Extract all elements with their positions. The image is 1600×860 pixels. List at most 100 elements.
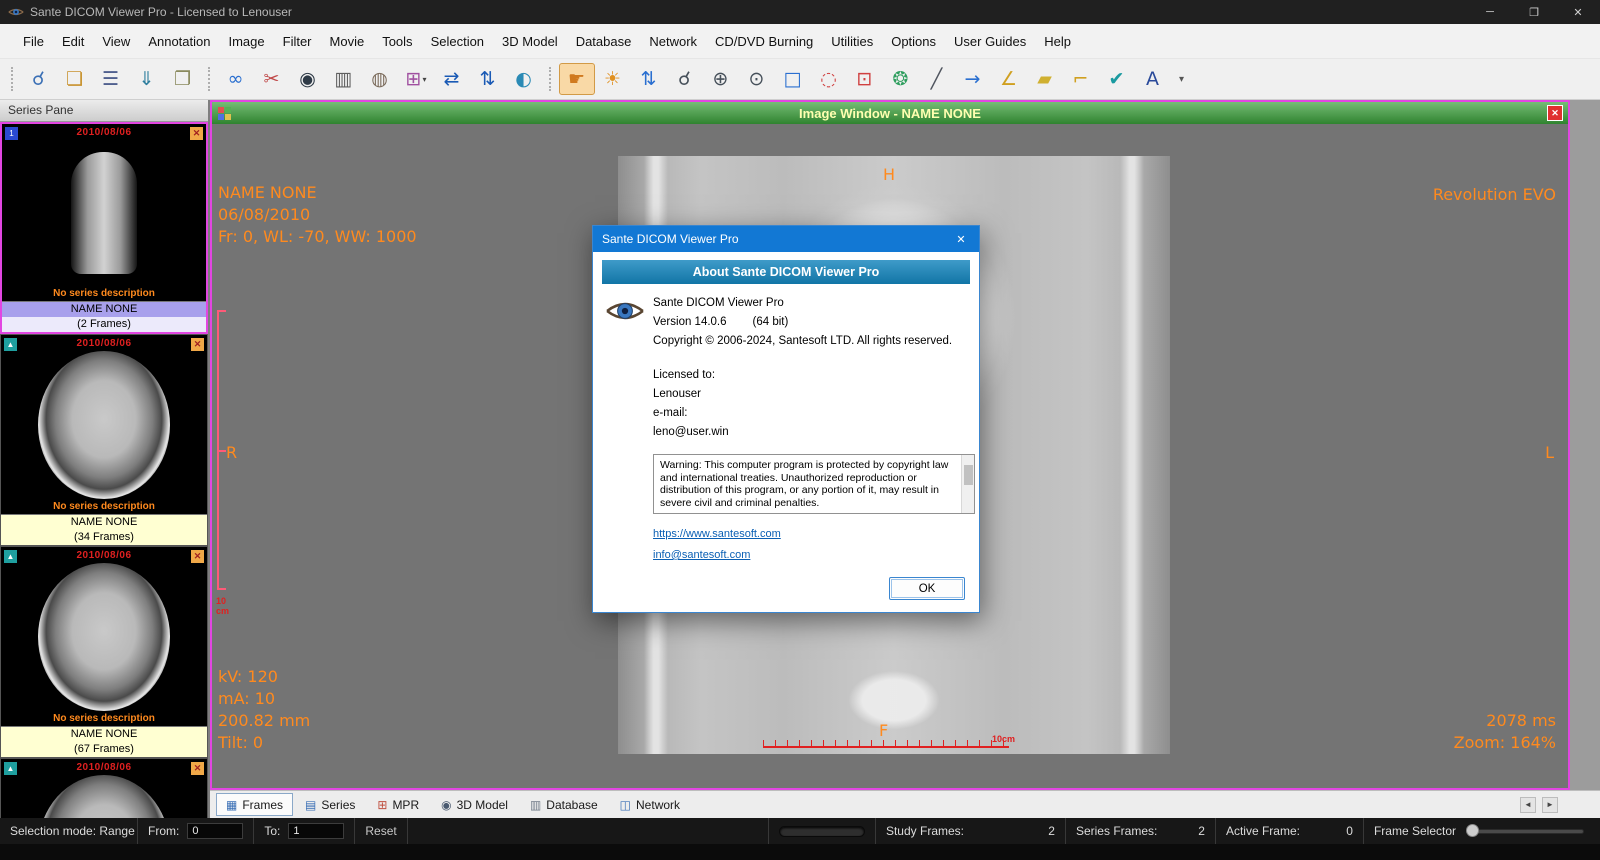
- preview-image-icon[interactable]: ☌: [21, 63, 57, 95]
- menu-utilities[interactable]: Utilities: [822, 29, 882, 54]
- status-inset-bar: [778, 825, 865, 837]
- series-close-icon[interactable]: ✕: [190, 127, 203, 140]
- status-reset-button[interactable]: Reset: [355, 818, 408, 844]
- series-thumbnail[interactable]: ▲ 2010/08/06 ✕ No series description NAM…: [0, 546, 208, 758]
- menu-view[interactable]: View: [93, 29, 139, 54]
- toolbar-grip[interactable]: [549, 67, 552, 91]
- magnifier-icon[interactable]: ⊙: [739, 63, 775, 95]
- select-region-icon[interactable]: ⊡: [847, 63, 883, 95]
- frame-selector-slider[interactable]: [1466, 823, 1584, 839]
- zoom-icon[interactable]: ☌: [667, 63, 703, 95]
- maximize-icon[interactable]: ❐: [1512, 0, 1556, 24]
- image-attributes-icon[interactable]: ◍: [362, 63, 398, 95]
- image-window-titlebar[interactable]: Image Window - NAME NONE ✕: [212, 102, 1568, 124]
- series-thumbnail[interactable]: ▲ 2010/08/06 ✕: [0, 758, 208, 818]
- copy-clipboard-icon[interactable]: ❐: [165, 63, 201, 95]
- tab-3d-model[interactable]: ◉ 3D Model: [431, 793, 518, 816]
- series-close-icon[interactable]: ✕: [191, 762, 204, 775]
- measure-line-icon[interactable]: ╱: [919, 63, 955, 95]
- zoom-region-icon[interactable]: ⊕: [703, 63, 739, 95]
- menu-file[interactable]: File: [14, 29, 53, 54]
- menu-edit[interactable]: Edit: [53, 29, 93, 54]
- tab-scroll-left-icon[interactable]: ◄: [1520, 796, 1536, 813]
- arrow-annotation-icon[interactable]: →: [955, 63, 991, 95]
- verify-icon[interactable]: ✔: [1099, 63, 1135, 95]
- series-thumbnail[interactable]: ▲ 2010/08/06 ✕ No series description NAM…: [0, 334, 208, 546]
- series-thumbnail-image[interactable]: ▲ 2010/08/06 ✕ No series description: [1, 547, 207, 726]
- close-icon[interactable]: ✕: [1556, 0, 1600, 24]
- select-ellipse-icon[interactable]: ◌: [811, 63, 847, 95]
- flip-vertical-icon[interactable]: ⇅: [470, 63, 506, 95]
- series-label[interactable]: NAME NONE (34 Frames): [1, 514, 207, 545]
- flip-horizontal-icon[interactable]: ⇄: [434, 63, 470, 95]
- email-link[interactable]: info@santesoft.com: [653, 545, 971, 566]
- menu-selection[interactable]: Selection: [422, 29, 493, 54]
- menu-database[interactable]: Database: [567, 29, 641, 54]
- pan-hand-icon[interactable]: ☛: [559, 63, 595, 95]
- menu-filter[interactable]: Filter: [274, 29, 321, 54]
- dicom-header-icon[interactable]: ☰: [93, 63, 129, 95]
- text-annotation-icon[interactable]: A: [1135, 63, 1171, 95]
- series-badge: ▲: [4, 550, 17, 563]
- menu-user-guides[interactable]: User Guides: [945, 29, 1035, 54]
- dialog-titlebar[interactable]: Sante DICOM Viewer Pro ✕: [593, 226, 979, 252]
- menu-annotation[interactable]: Annotation: [139, 29, 219, 54]
- angle-measure-icon[interactable]: ∠: [991, 63, 1027, 95]
- status-from-value[interactable]: 0: [187, 823, 244, 839]
- toolbar-overflow-icon[interactable]: ▾: [1179, 74, 1184, 85]
- link-series-icon[interactable]: ∞: [218, 63, 254, 95]
- eraser-icon[interactable]: ▰: [1027, 63, 1063, 95]
- app-logo-icon: [8, 6, 24, 18]
- menu-cd-dvd-burning[interactable]: CD/DVD Burning: [706, 29, 822, 54]
- cobb-angle-icon[interactable]: ⌐: [1063, 63, 1099, 95]
- series-pane-header[interactable]: Series Pane: [0, 100, 208, 122]
- series-close-icon[interactable]: ✕: [191, 550, 204, 563]
- menu-image[interactable]: Image: [219, 29, 273, 54]
- overlays-eye-icon[interactable]: ◉: [290, 63, 326, 95]
- color-sphere-icon[interactable]: ❂: [883, 63, 919, 95]
- toolbar-grip[interactable]: [208, 67, 211, 91]
- layout-icon[interactable]: ⊞ ▾: [398, 63, 434, 95]
- menu-network[interactable]: Network: [640, 29, 706, 54]
- series-thumbnail-image[interactable]: ▲ 2010/08/06 ✕ No series description: [1, 335, 207, 514]
- window-level-icon[interactable]: ☀: [595, 63, 631, 95]
- toolbar-grip[interactable]: [11, 67, 14, 91]
- tab-network[interactable]: ◫ Network: [610, 793, 690, 816]
- menu-help[interactable]: Help: [1035, 29, 1080, 54]
- slider-thumb[interactable]: [1466, 824, 1479, 837]
- tab-database[interactable]: ▥ Database: [520, 793, 608, 816]
- image-window-close-icon[interactable]: ✕: [1547, 105, 1563, 121]
- menu-movie[interactable]: Movie: [321, 29, 374, 54]
- globe-icon[interactable]: ◐: [506, 63, 542, 95]
- menu-tools[interactable]: Tools: [373, 29, 421, 54]
- ok-button[interactable]: OK: [889, 577, 965, 600]
- status-to-value[interactable]: 1: [288, 823, 345, 839]
- series-label[interactable]: NAME NONE (67 Frames): [1, 726, 207, 757]
- menu-3d-model[interactable]: 3D Model: [493, 29, 567, 54]
- minimize-icon[interactable]: ─: [1468, 0, 1512, 24]
- series-close-icon[interactable]: ✕: [191, 338, 204, 351]
- warning-scrollbar-thumb[interactable]: [964, 465, 973, 485]
- browse-frames-icon[interactable]: ⇅: [631, 63, 667, 95]
- series-frame-count: (2 Frames): [77, 318, 131, 330]
- status-active-frame-value: 0: [1346, 824, 1353, 838]
- series-thumbnail[interactable]: 1 2010/08/06 ✕ No series description NAM…: [0, 122, 208, 334]
- warning-scrollbar[interactable]: [961, 455, 974, 513]
- series-thumbnail-image[interactable]: 1 2010/08/06 ✕ No series description: [2, 124, 206, 301]
- dialog-close-icon[interactable]: ✕: [943, 226, 979, 252]
- window-level-presets-icon[interactable]: ▥: [326, 63, 362, 95]
- tab-mpr[interactable]: ⊞ MPR: [367, 793, 429, 816]
- view-tabs: ▦ Frames ▤ Series ⊞ MPR ◉ 3D Model ▥ Dat…: [216, 791, 690, 818]
- open-folder-icon[interactable]: ❏: [57, 63, 93, 95]
- series-thumbnail-image[interactable]: ▲ 2010/08/06 ✕: [1, 759, 207, 818]
- select-rect-icon[interactable]: □: [775, 63, 811, 95]
- menu-options[interactable]: Options: [882, 29, 945, 54]
- website-link[interactable]: https://www.santesoft.com: [653, 524, 971, 545]
- export-icon[interactable]: ⇓: [129, 63, 165, 95]
- series-list: 1 2010/08/06 ✕ No series description NAM…: [0, 122, 208, 818]
- unlink-series-icon[interactable]: ✂: [254, 63, 290, 95]
- series-label[interactable]: NAME NONE (2 Frames): [2, 301, 206, 332]
- tab-scroll-right-icon[interactable]: ►: [1542, 796, 1558, 813]
- tab-series[interactable]: ▤ Series: [295, 793, 365, 816]
- tab-frames[interactable]: ▦ Frames: [216, 793, 294, 816]
